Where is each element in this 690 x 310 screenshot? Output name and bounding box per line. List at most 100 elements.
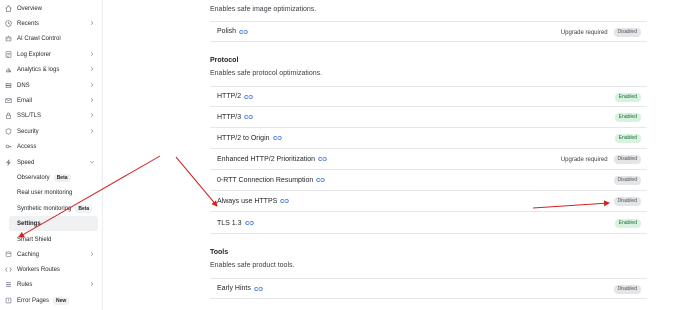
sidebar-item-security[interactable]: Security <box>0 124 102 139</box>
setting-name: Polish <box>217 28 237 35</box>
sidebar-item-ai-crawl-control[interactable]: AI Crawl Control <box>0 31 102 46</box>
sidebar-item-label: Observatory <box>17 174 50 181</box>
chevron-right-icon <box>90 82 94 88</box>
sidebar-item-ssl-tls[interactable]: SSL/TLS <box>0 108 102 123</box>
sidebar-item-analytics-logs[interactable]: Analytics & logs <box>0 62 102 77</box>
sidebar-item-label: Log Explorer <box>17 51 52 58</box>
beta-badge: Beta <box>53 173 71 182</box>
main-content: Enables safe image optimizations. Polish… <box>103 0 690 310</box>
link-icon[interactable] <box>244 220 254 226</box>
status-badge: Enabled <box>614 134 641 143</box>
sidebar-item-label: Access <box>17 143 37 150</box>
setting-name: Always use HTTPS <box>217 197 278 205</box>
sidebar-item-label: AI Crawl Control <box>17 35 61 42</box>
sidebar-item-access[interactable]: Access <box>0 139 102 154</box>
setting-row-enhanced-http2-prioritization[interactable]: Enhanced HTTP/2 Prioritization Upgrade r… <box>210 149 647 170</box>
link-icon[interactable] <box>239 29 248 35</box>
sidebar-item-label: Settings <box>17 220 41 227</box>
upgrade-required-note: Upgrade required <box>560 29 608 36</box>
sidebar-item-workers-routes[interactable]: Workers Routes <box>0 262 102 277</box>
sidebar-item-label: DNS <box>17 82 30 89</box>
setting-name: HTTP/3 <box>217 113 242 121</box>
sidebar-item-label: Workers Routes <box>17 266 60 273</box>
beta-badge: Beta <box>75 204 93 213</box>
sidebar-item-label: Synthetic monitoring <box>17 205 72 212</box>
link-icon[interactable] <box>254 286 263 292</box>
robot-icon <box>5 35 12 42</box>
email-icon <box>5 97 12 104</box>
sidebar-subitem-real-user-monitoring[interactable]: Real user monitoring <box>0 185 102 200</box>
sidebar-item-label: Rules <box>17 281 33 288</box>
sidebar-item-label: Speed <box>17 159 35 166</box>
chevron-right-icon <box>90 251 94 257</box>
shield-icon <box>5 128 12 135</box>
link-icon[interactable] <box>316 177 325 183</box>
sidebar-item-label: Recents <box>17 20 40 27</box>
link-icon[interactable] <box>318 156 327 162</box>
sidebar-item-label: Email <box>17 97 33 104</box>
status-badge: Disabled <box>613 176 641 185</box>
status-badge: Disabled <box>613 28 641 37</box>
setting-row-tls-1-3[interactable]: TLS 1.3 Enabled <box>210 213 647 234</box>
setting-name: Early Hints <box>217 285 251 292</box>
link-icon[interactable] <box>272 135 282 141</box>
log-icon <box>5 51 12 58</box>
sidebar-item-rules[interactable]: Rules <box>0 277 102 292</box>
sidebar-subitem-settings[interactable]: Settings <box>9 216 98 231</box>
chevron-right-icon <box>90 20 94 26</box>
home-icon <box>5 5 12 12</box>
sidebar-item-label: Smart Shield <box>17 236 52 243</box>
link-icon[interactable] <box>280 198 289 204</box>
upgrade-required-note: Upgrade required <box>560 156 608 163</box>
setting-row-http3[interactable]: HTTP/3 Enabled <box>210 107 647 128</box>
access-icon <box>5 143 12 150</box>
chevron-right-icon <box>90 112 94 118</box>
section-title-tools: Tools <box>210 249 229 256</box>
chevron-right-icon <box>90 66 94 72</box>
workers-icon <box>5 266 12 273</box>
sidebar-item-log-explorer[interactable]: Log Explorer <box>0 47 102 62</box>
sidebar-item-label: Caching <box>17 251 40 258</box>
sidebar-item-speed[interactable]: Speed <box>0 155 102 170</box>
setting-row-http2[interactable]: HTTP/2 Enabled <box>210 86 647 107</box>
chart-icon <box>5 66 12 73</box>
section-title-protocol: Protocol <box>210 57 239 64</box>
link-icon[interactable] <box>244 94 253 100</box>
setting-name: HTTP/2 <box>217 93 242 100</box>
sidebar-item-recents[interactable]: Recents <box>0 16 102 31</box>
status-badge: Enabled <box>614 219 641 228</box>
section-desc-protocol: Enables safe protocol optimizations. <box>210 70 323 77</box>
sidebar: Overview Recents AI Crawl Control Log Ex… <box>0 0 103 310</box>
chevron-right-icon <box>90 281 94 287</box>
chevron-right-icon <box>90 97 94 103</box>
setting-name: HTTP/2 to Origin <box>217 134 270 142</box>
setting-row-0rtt[interactable]: 0-RTT Connection Resumption Disabled <box>210 170 647 191</box>
setting-name: Enhanced HTTP/2 Prioritization <box>217 155 316 163</box>
status-badge: Enabled <box>614 113 641 122</box>
error-page-icon <box>5 297 12 304</box>
sidebar-item-caching[interactable]: Caching <box>0 247 102 262</box>
setting-name: 0-RTT Connection Resumption <box>217 176 314 184</box>
clock-icon <box>5 20 12 27</box>
sidebar-item-email[interactable]: Email <box>0 93 102 108</box>
new-badge: New <box>53 296 70 305</box>
sidebar-subitem-smart-shield[interactable]: Smart Shield <box>0 232 102 247</box>
setting-row-polish[interactable]: Polish Upgrade required Disabled <box>210 21 647 42</box>
dns-icon <box>5 82 12 89</box>
status-badge: Disabled <box>613 197 641 206</box>
setting-row-early-hints[interactable]: Early Hints Disabled <box>210 278 647 299</box>
lightning-icon <box>5 159 12 166</box>
status-badge: Disabled <box>613 155 641 164</box>
caching-icon <box>5 251 12 258</box>
status-badge: Enabled <box>614 93 641 102</box>
sidebar-item-label: Overview <box>17 5 43 12</box>
sidebar-item-dns[interactable]: DNS <box>0 78 102 93</box>
sidebar-subitem-observatory[interactable]: Observatory Beta <box>0 170 102 185</box>
sidebar-subitem-synthetic-monitoring[interactable]: Synthetic monitoring Beta <box>0 201 102 216</box>
setting-row-always-use-https[interactable]: Always use HTTPS Disabled <box>210 191 647 212</box>
setting-row-http2-to-origin[interactable]: HTTP/2 to Origin Enabled <box>210 128 647 149</box>
sidebar-item-error-pages[interactable]: Error Pages New <box>0 293 102 308</box>
link-icon[interactable] <box>244 114 253 120</box>
sidebar-item-label: Analytics & logs <box>17 66 60 73</box>
sidebar-item-overview[interactable]: Overview <box>0 1 102 16</box>
